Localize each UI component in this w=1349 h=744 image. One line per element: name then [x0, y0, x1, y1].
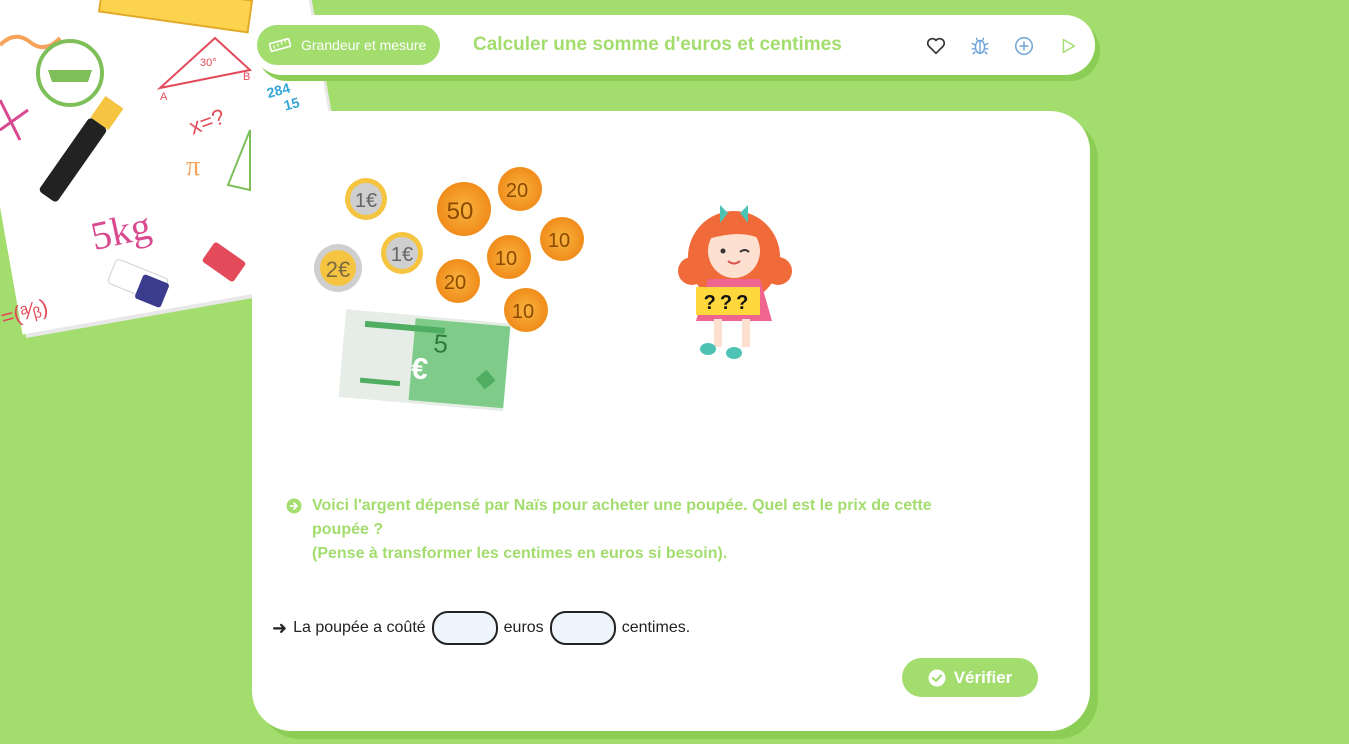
svg-text:1€: 1€ — [391, 244, 413, 266]
question-line-1: Voici l'argent dépensé par Naïs pour ach… — [312, 497, 932, 514]
vertex-b-label: B — [243, 71, 250, 83]
play-icon[interactable] — [1057, 35, 1079, 57]
ruler-icon — [269, 38, 291, 52]
coin-20-cent: 20 — [498, 167, 542, 211]
svg-text:10: 10 — [495, 248, 517, 270]
centimes-input[interactable] — [549, 611, 616, 645]
doll-character: ??? — [678, 205, 792, 359]
exercise-header: Grandeur et mesure Calculer une somme d'… — [252, 15, 1095, 75]
coin-20-cent: 20 — [436, 259, 480, 303]
question-line-2: poupée ? — [312, 521, 384, 538]
question-line-3: (Pense à transformer les centimes en eur… — [312, 545, 728, 562]
check-circle-icon — [928, 669, 946, 686]
coin-1-euro: 1€ — [345, 178, 387, 220]
svg-text:=(ᵃ⁄ᵦ): =(ᵃ⁄ᵦ) — [0, 294, 51, 331]
banknote-value: 5 — [432, 328, 449, 359]
svg-text:10: 10 — [548, 230, 570, 252]
banknote-symbol: € — [410, 352, 430, 386]
x-equals-label: x=? — [186, 104, 228, 140]
weight-5kg-label: 5kg — [87, 202, 155, 258]
coin-1-euro: 1€ — [381, 232, 423, 274]
category-label: Grandeur et mesure — [301, 37, 427, 53]
banknote-5-euro: 5 € — [338, 309, 511, 412]
answer-suffix: centimes. — [621, 619, 691, 636]
svg-text:20: 20 — [444, 272, 466, 294]
question-block: Voici l'argent dépensé par Naïs pour ach… — [286, 494, 986, 566]
category-button[interactable]: Grandeur et mesure — [257, 25, 441, 65]
svg-text:1€: 1€ — [355, 190, 377, 212]
page-title: Calculer une somme d'euros et centimes — [473, 34, 842, 55]
doll-sign-text: ??? — [704, 292, 753, 314]
plus-circle-icon[interactable] — [1013, 35, 1035, 57]
verify-button[interactable]: Vérifier — [902, 658, 1038, 697]
verify-label: Vérifier — [953, 667, 1013, 687]
coin-2-euro: 2€ — [314, 244, 362, 292]
pi-label: π — [186, 151, 200, 182]
heart-icon[interactable] — [925, 35, 947, 57]
euros-input[interactable] — [431, 611, 498, 645]
svg-text:2€: 2€ — [326, 257, 350, 282]
bug-icon[interactable] — [969, 35, 991, 57]
answer-row: ➜ La poupée a coûté euros centimes. — [272, 610, 690, 646]
arrow-circle-icon — [286, 498, 302, 514]
vertex-a-label: A — [160, 91, 168, 103]
exercise-card: 5 € 1€ 2€ 1€ 50 20 10 10 20 10 ??? Voici… — [252, 111, 1090, 731]
coin-10-cent: 10 — [487, 235, 531, 279]
arrow-right-icon: ➜ — [272, 617, 288, 638]
coin-50-cent: 50 — [437, 182, 491, 236]
money-illustration: 5 € 1€ 2€ 1€ 50 20 10 10 20 10 ??? — [314, 167, 792, 412]
coin-10-cent: 10 — [540, 217, 584, 261]
answer-middle: euros — [503, 619, 544, 636]
svg-text:20: 20 — [506, 180, 528, 202]
angle-label: 30° — [200, 57, 217, 69]
answer-prefix: La poupée a coûté — [293, 619, 426, 636]
coin-10-cent: 10 — [504, 288, 548, 332]
svg-text:50: 50 — [447, 198, 474, 225]
svg-text:10: 10 — [512, 301, 534, 323]
